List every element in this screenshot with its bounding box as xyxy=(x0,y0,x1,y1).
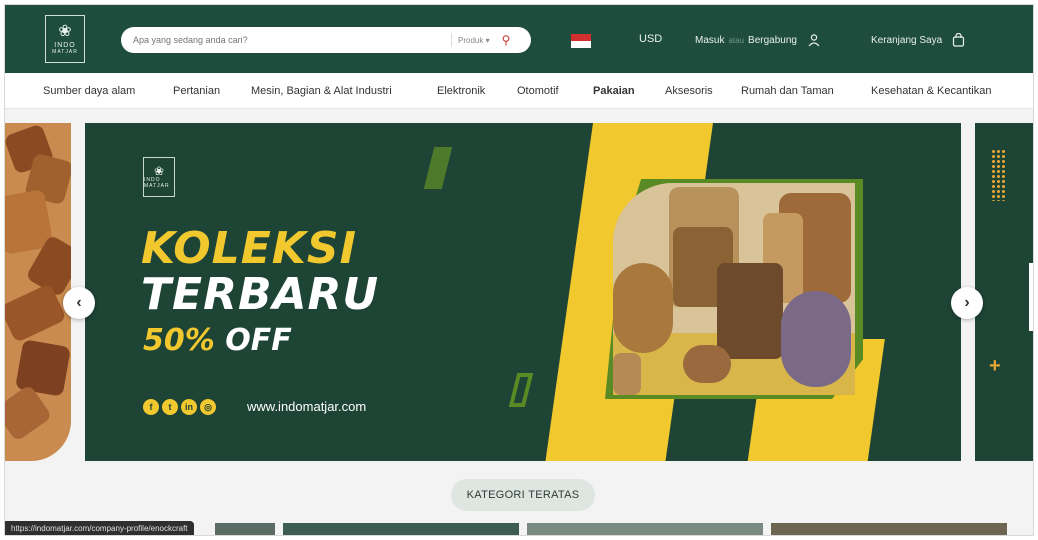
register-link[interactable]: Bergabung xyxy=(748,35,797,46)
search-icon[interactable]: ⚲ xyxy=(496,33,511,47)
login-link[interactable]: Masuk xyxy=(695,35,724,46)
linkedin-icon[interactable]: in xyxy=(181,399,197,415)
banner-headline-2: TERBARU xyxy=(141,269,380,320)
next-slide-card-edge xyxy=(1029,263,1033,331)
category-thumbnail[interactable] xyxy=(283,523,519,535)
browser-status-url: https://indomatjar.com/company-profile/e… xyxy=(5,521,194,535)
carousel-prev-button[interactable]: ‹ xyxy=(63,287,95,319)
twitter-icon[interactable]: t xyxy=(162,399,178,415)
banner-website: www.indomatjar.com xyxy=(247,399,367,414)
previous-slide-image xyxy=(5,123,71,461)
category-link[interactable]: Pakaian xyxy=(593,85,635,97)
category-link[interactable]: Kesehatan & Kecantikan xyxy=(871,85,991,97)
auth-separator: atau xyxy=(728,35,745,45)
instagram-icon[interactable]: ◎ xyxy=(200,399,216,415)
top-header: ❀ INDO MATJAR Produk ▾ ⚲ USD Masuk atau … xyxy=(5,5,1033,73)
cart-label: Keranjang Saya xyxy=(871,34,943,46)
banner-decoration xyxy=(508,373,534,407)
discount-percent: 50% xyxy=(143,323,215,358)
social-icons: f t in ◎ xyxy=(143,399,216,415)
category-link[interactable]: Pertanian xyxy=(173,85,220,97)
category-thumbnail[interactable] xyxy=(215,523,275,535)
banner-logo-text: INDO MATJAR xyxy=(144,177,170,189)
user-icon[interactable] xyxy=(807,33,821,47)
logo-text-line2: MATJAR xyxy=(52,48,78,55)
carousel-next-button[interactable]: › xyxy=(951,287,983,319)
search-input[interactable] xyxy=(121,35,451,45)
auth-links: Masuk atau Bergabung xyxy=(695,33,821,47)
logo-text-line1: INDO xyxy=(54,41,76,49)
next-slide-image: + xyxy=(975,123,1033,461)
category-link[interactable]: Sumber daya alam xyxy=(43,85,135,97)
category-link[interactable]: Rumah dan Taman xyxy=(741,85,834,97)
search-category-select[interactable]: Produk ▾ xyxy=(452,36,496,45)
category-link[interactable]: Mesin, Bagian & Alat Industri xyxy=(251,85,392,97)
banner-logo: ❀ INDO MATJAR xyxy=(143,157,175,197)
category-link[interactable]: Aksesoris xyxy=(665,85,713,97)
language-flag-icon[interactable] xyxy=(571,34,591,48)
category-nav: Sumber daya alam Pertanian Mesin, Bagian… xyxy=(5,73,1033,109)
top-categories-button[interactable]: KATEGORI TERATAS xyxy=(451,479,595,511)
category-link[interactable]: Elektronik xyxy=(437,85,485,97)
chevron-right-icon: › xyxy=(964,294,970,311)
banner-discount: 50% OFF xyxy=(143,323,292,358)
banner-headline: KOLEKSI xyxy=(141,223,357,274)
rattan-baskets-photo xyxy=(613,183,855,395)
discount-off: OFF xyxy=(225,323,292,358)
dots-decoration xyxy=(991,149,1005,201)
category-thumbnail[interactable] xyxy=(771,523,1007,535)
facebook-icon[interactable]: f xyxy=(143,399,159,415)
search-bar: Produk ▾ ⚲ xyxy=(121,27,531,53)
browser-viewport: ❀ INDO MATJAR Produk ▾ ⚲ USD Masuk atau … xyxy=(4,4,1034,536)
category-link[interactable]: Otomotif xyxy=(517,85,559,97)
plus-decoration-icon: + xyxy=(989,355,1001,377)
site-logo[interactable]: ❀ INDO MATJAR xyxy=(45,15,85,63)
chevron-left-icon: ‹ xyxy=(76,294,82,311)
logo-flower-icon: ❀ xyxy=(58,22,72,40)
currency-selector[interactable]: USD xyxy=(639,33,662,45)
banner-decoration xyxy=(423,147,453,189)
logo-flower-icon: ❀ xyxy=(153,164,165,178)
cart-link[interactable]: Keranjang Saya xyxy=(871,33,965,47)
shopping-bag-icon xyxy=(953,33,965,47)
category-thumbnail[interactable] xyxy=(527,523,763,535)
promo-banner[interactable]: ❀ INDO MATJAR KOLEKSI TERBARU 50% OFF f … xyxy=(85,123,961,461)
